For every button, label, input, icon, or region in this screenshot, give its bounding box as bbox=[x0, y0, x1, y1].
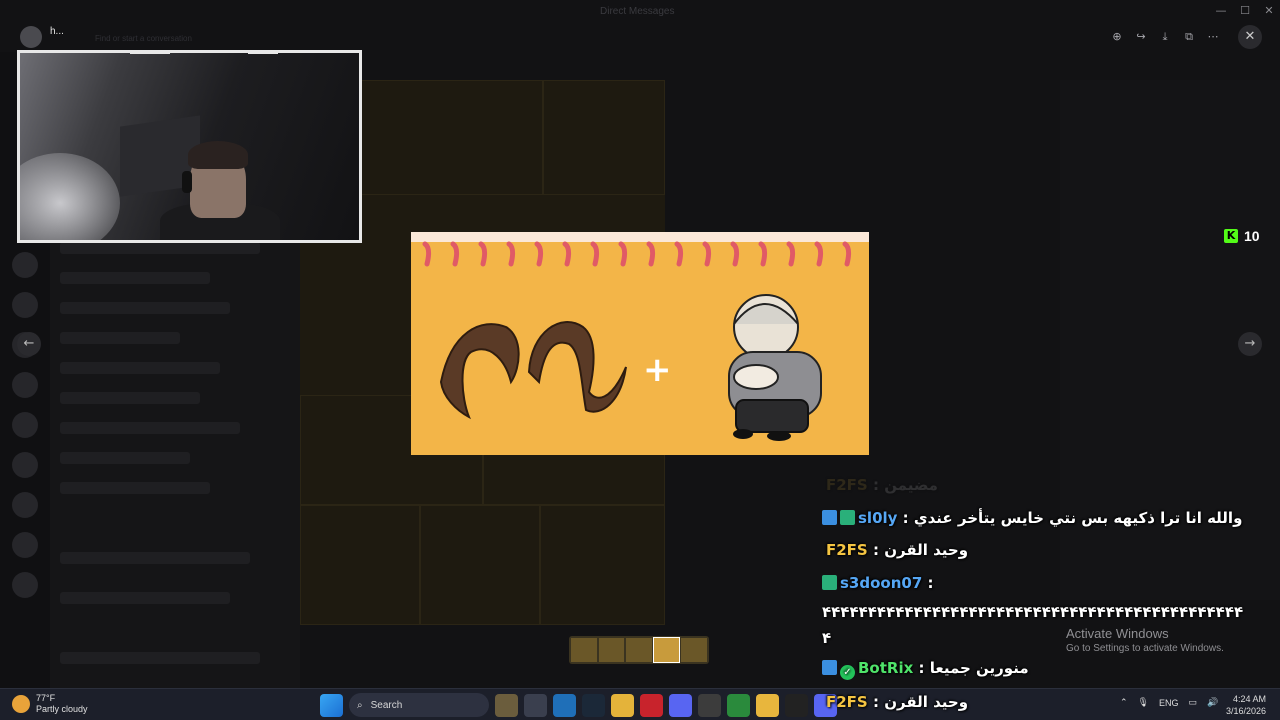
chat-text: ۴ bbox=[822, 629, 832, 647]
thumbnail[interactable] bbox=[571, 638, 597, 662]
chat-username: F2FS bbox=[826, 541, 868, 559]
chrome-icon[interactable] bbox=[756, 693, 779, 717]
image-viewer-toolbar: ⊕ ↪ ⤓ ⧉ ⋯ bbox=[1108, 28, 1222, 46]
taskbar-search[interactable]: ⌕ Search bbox=[349, 693, 489, 717]
thumbnail[interactable] bbox=[598, 638, 625, 662]
microphone-icon[interactable]: 🎙 bbox=[1138, 697, 1149, 708]
chat-message: ✓ BotRix : منورين جميعا bbox=[822, 659, 1029, 680]
discord-icon[interactable] bbox=[669, 693, 692, 717]
weather-condition: Partly cloudy bbox=[36, 704, 88, 714]
network-icon[interactable]: ▭ bbox=[1189, 697, 1198, 708]
volume-icon[interactable]: 🔊 bbox=[1207, 697, 1218, 708]
thumbnail-active[interactable] bbox=[652, 637, 681, 663]
maximize-icon[interactable]: ☐ bbox=[1238, 4, 1252, 17]
window-title: Direct Messages bbox=[600, 6, 675, 17]
search-placeholder: Search bbox=[370, 699, 403, 711]
download-icon[interactable]: ⤓ bbox=[1156, 28, 1174, 46]
clock-date: 3/16/2026 bbox=[1226, 706, 1267, 716]
open-external-icon[interactable]: ⧉ bbox=[1180, 28, 1198, 46]
chat-message: F2FS : وحيد القرن bbox=[826, 693, 969, 711]
thumbnail[interactable] bbox=[681, 638, 707, 662]
chat-message: F2FS : وحيد القرن bbox=[826, 541, 969, 559]
viewer-count: K 10 bbox=[1224, 228, 1260, 244]
minimize-icon[interactable]: — bbox=[1214, 4, 1228, 17]
search-conversation-hint: Find or start a conversation bbox=[95, 34, 192, 43]
more-icon[interactable]: ⋯ bbox=[1204, 28, 1222, 46]
chat-text: ۴۴۴۴۴۴۴۴۴۴۴۴۴۴۴۴۴۴۴۴۴۴۴۴۴۴۴۴۴۴۴۴۴۴۴۴۴۴۴۴… bbox=[822, 603, 1244, 621]
game-icon[interactable] bbox=[727, 693, 750, 717]
badge-icon bbox=[840, 510, 855, 525]
system-tray: ⌃ 🎙 ENG ▭ 🔊 bbox=[1120, 697, 1218, 708]
windows-start-icon[interactable] bbox=[320, 693, 343, 717]
chevron-up-icon[interactable]: ⌃ bbox=[1120, 697, 1128, 708]
widget-icon[interactable] bbox=[495, 693, 518, 717]
badge-icon bbox=[822, 660, 837, 675]
weather-widget[interactable]: 77°F Partly cloudy bbox=[12, 693, 88, 715]
task-view-icon[interactable] bbox=[524, 693, 547, 717]
webcam-feed bbox=[17, 50, 362, 243]
chat-message: ۴۴۴۴۴۴۴۴۴۴۴۴۴۴۴۴۴۴۴۴۴۴۴۴۴۴۴۴۴۴۴۴۴۴۴۴۴۴۴۴… bbox=[822, 603, 1280, 621]
sad-person-icon bbox=[728, 294, 822, 441]
chat-username: F2FS bbox=[826, 476, 868, 494]
search-icon: ⌕ bbox=[357, 699, 363, 711]
next-image-button[interactable]: → bbox=[1238, 332, 1262, 356]
weather-icon bbox=[12, 695, 30, 713]
horns-icon bbox=[439, 321, 627, 420]
badge-icon bbox=[822, 575, 837, 590]
chat-text: وحيد القرن bbox=[884, 693, 969, 711]
temperature: 77°F bbox=[36, 693, 56, 703]
chat-message: sl0ly : والله انا ترا ذكيهه بس نتي خايس … bbox=[822, 509, 1242, 527]
user-name: h... bbox=[50, 26, 64, 37]
chat-message: s3doon07 : bbox=[822, 574, 934, 592]
avatar bbox=[20, 26, 42, 48]
app-icon[interactable] bbox=[785, 693, 808, 717]
edge-icon[interactable] bbox=[553, 693, 576, 717]
activate-windows-watermark: Activate Windows Go to Settings to activ… bbox=[1066, 626, 1224, 654]
chat-username: F2FS bbox=[826, 693, 868, 711]
github-icon[interactable] bbox=[698, 693, 721, 717]
chat-message: F2FS : مضيمن bbox=[826, 476, 938, 494]
window-close-icon[interactable]: ✕ bbox=[1262, 4, 1276, 17]
language-indicator[interactable]: ENG bbox=[1159, 698, 1179, 708]
thumbnail[interactable] bbox=[626, 638, 652, 662]
chat-username: BotRix bbox=[858, 659, 914, 677]
image-filmstrip bbox=[569, 636, 709, 664]
close-viewer-button[interactable]: ✕ bbox=[1238, 25, 1262, 49]
clock-time: 4:24 AM bbox=[1233, 694, 1267, 704]
share-icon[interactable]: ↪ bbox=[1132, 28, 1150, 46]
emoji-quiz-image bbox=[411, 232, 869, 455]
windows-taskbar: 77°F Partly cloudy ⌕ Search ⌃ 🎙 ENG ▭ 🔊 … bbox=[0, 688, 1280, 720]
clock[interactable]: 4:24 AM 3/16/2026 bbox=[1226, 693, 1266, 717]
chat-text: وحيد القرن bbox=[884, 541, 969, 559]
chat-username: sl0ly bbox=[858, 509, 898, 527]
kick-logo-icon: K bbox=[1224, 229, 1238, 243]
steam-icon[interactable] bbox=[582, 693, 605, 717]
zoom-in-icon[interactable]: ⊕ bbox=[1108, 28, 1126, 46]
chat-text: مضيمن bbox=[884, 476, 938, 494]
chat-message: ۴ bbox=[822, 629, 831, 647]
chat-text: والله انا ترا ذكيهه بس نتي خايس يتأخر عن… bbox=[913, 509, 1243, 527]
verified-icon: ✓ bbox=[840, 665, 855, 680]
chat-text: منورين جميعا bbox=[929, 659, 1029, 677]
pinterest-icon[interactable] bbox=[640, 693, 663, 717]
taskbar-apps: ⌕ Search bbox=[320, 693, 837, 717]
previous-image-button[interactable]: ← bbox=[17, 332, 41, 356]
chat-username: s3doon07 bbox=[840, 574, 923, 592]
plus-sign: + bbox=[643, 350, 672, 390]
viewer-count-value: 10 bbox=[1244, 228, 1260, 244]
file-explorer-icon[interactable] bbox=[611, 693, 634, 717]
badge-icon bbox=[822, 510, 837, 525]
